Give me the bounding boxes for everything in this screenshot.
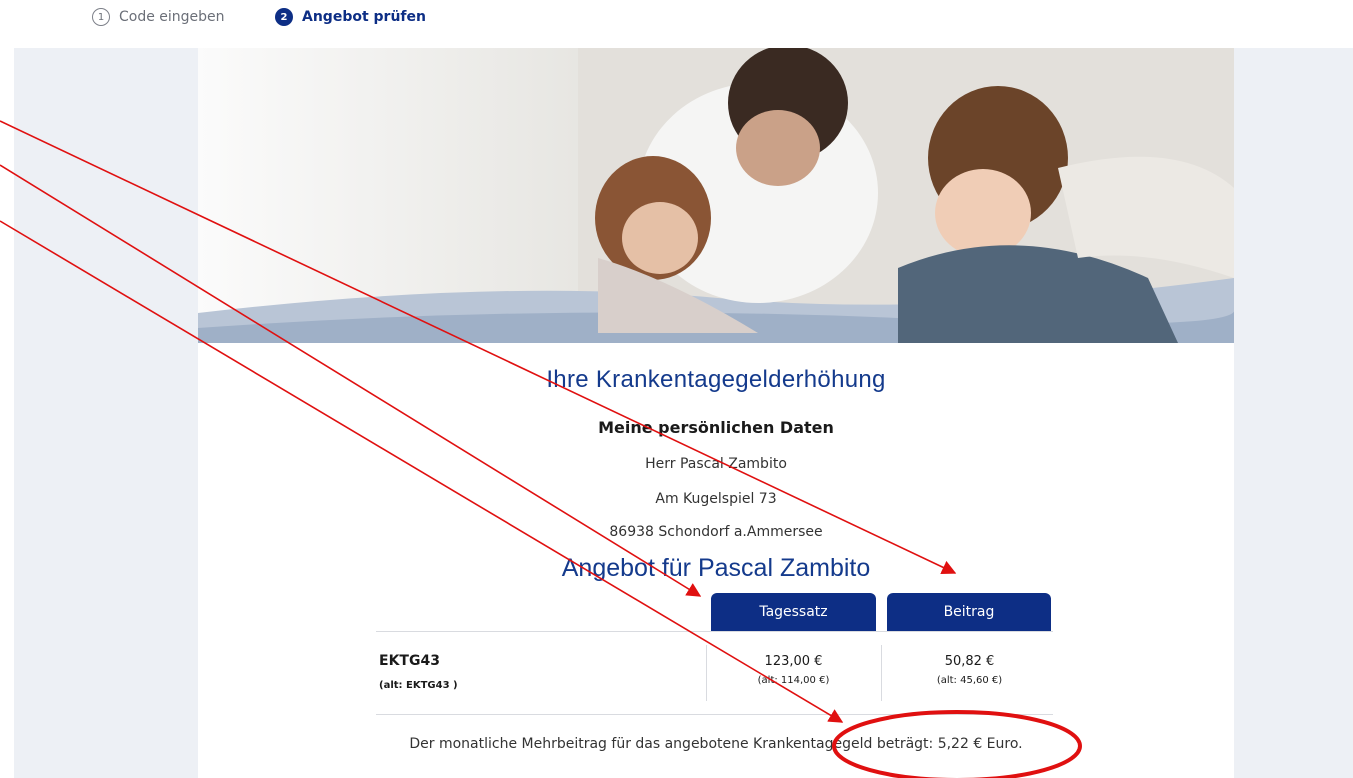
- customer-name: Herr Pascal Zambito: [645, 456, 787, 472]
- step-label: Angebot prüfen: [302, 9, 426, 25]
- beitrag-cell: 50,82 € (alt: 45,60 €): [887, 654, 1052, 686]
- tagessatz-alt: (alt: 114,00 €): [757, 675, 830, 686]
- step-angebot-pruefen[interactable]: 2 Angebot prüfen: [275, 8, 426, 26]
- page-title: Ihre Krankentagegelderhöhung: [546, 366, 886, 393]
- step-number-badge: 1: [92, 8, 110, 26]
- customer-street: Am Kugelspiel 73: [655, 491, 777, 507]
- column-divider: [881, 645, 882, 701]
- column-divider: [706, 645, 707, 701]
- beitrag-value: 50,82 €: [944, 654, 995, 669]
- step-number-badge: 2: [275, 8, 293, 26]
- customer-city: 86938 Schondorf a.Ammersee: [609, 524, 823, 540]
- offer-card: Ihre Krankentagegelderhöhung Meine persö…: [198, 48, 1234, 778]
- personal-data-heading: Meine persönlichen Daten: [598, 418, 834, 437]
- step-label: Code eingeben: [119, 9, 225, 25]
- product-name: EKTG43: [379, 653, 440, 669]
- table-divider: [376, 714, 1053, 715]
- beitrag-alt: (alt: 45,60 €): [936, 675, 1003, 686]
- column-header-tagessatz: Tagessatz: [711, 593, 876, 631]
- tagessatz-value: 123,00 €: [764, 654, 823, 669]
- family-photo: [198, 48, 1234, 343]
- progress-stepper: 1 Code eingeben 2 Angebot prüfen: [0, 0, 1353, 40]
- family-photo-icon: [198, 48, 1234, 343]
- surcharge-note: Der monatliche Mehrbeitrag für das angeb…: [409, 736, 1023, 752]
- tagessatz-cell: 123,00 € (alt: 114,00 €): [711, 654, 876, 686]
- product-alt: (alt: EKTG43 ): [379, 680, 458, 691]
- step-code-eingeben[interactable]: 1 Code eingeben: [92, 8, 225, 26]
- table-divider: [376, 631, 1053, 632]
- offer-title: Angebot für Pascal Zambito: [561, 554, 871, 582]
- column-header-beitrag: Beitrag: [887, 593, 1051, 631]
